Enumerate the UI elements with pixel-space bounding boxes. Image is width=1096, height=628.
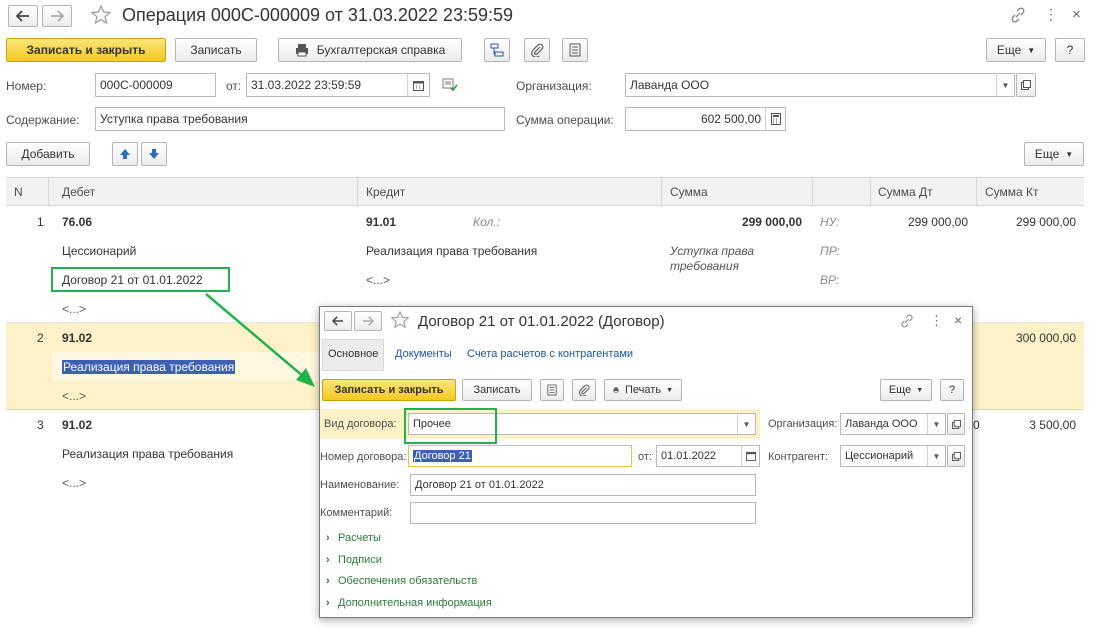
arrow-left-icon [332, 316, 343, 326]
arrow-right-icon [363, 316, 374, 326]
favorite-star-icon[interactable] [390, 310, 410, 333]
document-list-icon [547, 384, 557, 396]
print-button[interactable]: Печать ▼ [604, 379, 682, 401]
contract-kind-highlight-box [404, 408, 497, 444]
list-button[interactable] [540, 379, 564, 401]
chevron-right-icon: › [326, 597, 330, 609]
dropdown-arrow-icon[interactable]: ▼ [927, 414, 945, 434]
group-obligations-label: Обеспечения обязательств [338, 575, 478, 587]
open-window-icon [951, 451, 961, 461]
help-button[interactable]: ? [940, 379, 964, 401]
group-payments-label: Расчеты [338, 532, 381, 544]
contract-number-value: Договор 21 [413, 450, 472, 462]
contract-date-label: от: [638, 451, 652, 463]
dropdown-arrow-icon[interactable]: ▼ [737, 414, 755, 434]
save-button[interactable]: Записать [462, 379, 532, 401]
open-window-icon [951, 419, 961, 429]
more-label: Еще [888, 384, 912, 396]
chevron-down-icon: ▼ [916, 386, 924, 394]
open-organization-button[interactable] [947, 413, 965, 435]
contract-number-label: Номер договора: [320, 451, 407, 463]
contractor-field[interactable]: Цессионарий ▼ [840, 445, 946, 467]
group-signatures-label: Подписи [338, 554, 382, 566]
forward-button[interactable] [354, 311, 382, 331]
organization-value: Лаванда ООО [845, 418, 918, 430]
tab-accounts[interactable]: Счета расчетов с контрагентами [467, 348, 633, 360]
chevron-right-icon: › [326, 554, 330, 566]
group-signatures[interactable]: › Подписи [326, 554, 382, 566]
more-vertical-icon[interactable]: ⋮ [930, 313, 943, 329]
contract-kind-label: Вид договора: [324, 418, 397, 430]
tab-documents[interactable]: Документы [395, 348, 452, 360]
dialog-title: Договор 21 от 01.01.2022 (Договор) [418, 313, 665, 330]
attach-button[interactable] [572, 379, 596, 401]
contract-date-field[interactable]: 01.01.2022 [656, 445, 760, 467]
paperclip-icon [579, 384, 590, 396]
tab-main-label: Основное [328, 348, 379, 360]
contract-number-field[interactable]: Договор 21 [408, 445, 632, 467]
organization-label: Организация: [768, 418, 838, 430]
contractor-value: Цессионарий [845, 450, 914, 462]
chevron-right-icon: › [326, 575, 330, 587]
open-contractor-button[interactable] [947, 445, 965, 467]
comment-label: Комментарий: [320, 507, 393, 519]
calendar-icon[interactable] [741, 446, 759, 466]
group-additional-info[interactable]: › Дополнительная информация [326, 597, 492, 609]
chevron-right-icon: › [326, 532, 330, 544]
contract-dialog: Договор 21 от 01.01.2022 (Договор) ⋮ × О… [319, 306, 973, 618]
close-icon[interactable]: × [954, 312, 962, 328]
printer-icon [613, 387, 619, 393]
organization-field[interactable]: Лаванда ООО ▼ [840, 413, 946, 435]
chevron-down-icon: ▼ [666, 386, 673, 394]
group-payments[interactable]: › Расчеты [326, 532, 381, 544]
contract-date-value: 01.01.2022 [661, 450, 717, 462]
group-additional-info-label: Дополнительная информация [338, 597, 492, 609]
contract-name-field[interactable]: Договор 21 от 01.01.2022 [410, 474, 756, 496]
contractor-label: Контрагент: [768, 451, 828, 463]
back-button[interactable] [324, 311, 352, 331]
more-button[interactable]: Еще ▼ [880, 379, 932, 401]
group-obligations[interactable]: › Обеспечения обязательств [326, 575, 477, 587]
link-icon[interactable] [900, 314, 914, 331]
dropdown-arrow-icon[interactable]: ▼ [927, 446, 945, 466]
save-and-close-button[interactable]: Записать и закрыть [322, 379, 456, 401]
contract-name-label: Наименование: [320, 479, 400, 491]
print-label: Печать [625, 384, 662, 396]
comment-field[interactable] [410, 502, 756, 524]
